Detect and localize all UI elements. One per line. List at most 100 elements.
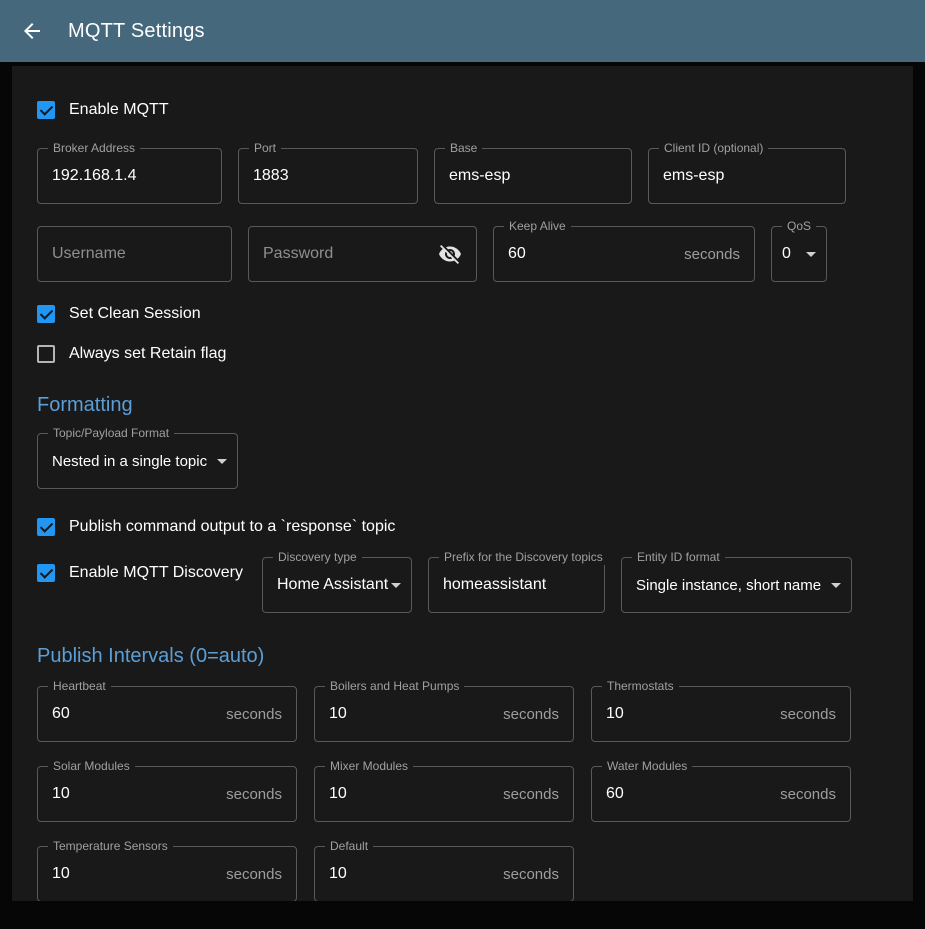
discovery-row: Enable MQTT Discovery Discovery type Hom…	[37, 557, 888, 613]
formatting-section-heading: Formatting	[37, 394, 888, 417]
water-interval-label: Water Modules	[602, 759, 692, 774]
discovery-type-label: Discovery type	[273, 550, 362, 565]
default-interval-label: Default	[325, 839, 373, 854]
visibility-off-icon	[438, 242, 462, 266]
base-label: Base	[445, 141, 482, 156]
solar-interval-field[interactable]: Solar Modules 10 seconds	[37, 766, 297, 822]
client-id-value: ems-esp	[663, 167, 724, 185]
boilers-interval-label: Boilers and Heat Pumps	[325, 679, 464, 694]
port-value: 1883	[253, 167, 289, 185]
temperature-sensors-interval-unit: seconds	[226, 866, 282, 883]
default-interval-unit: seconds	[503, 866, 559, 883]
heartbeat-interval-label: Heartbeat	[48, 679, 111, 694]
clean-session-row[interactable]: Set Clean Session	[37, 302, 888, 326]
enable-mqtt-checkbox[interactable]	[37, 101, 55, 119]
dropdown-caret-icon	[391, 583, 401, 588]
solar-interval-label: Solar Modules	[48, 759, 135, 774]
mixer-interval-field[interactable]: Mixer Modules 10 seconds	[314, 766, 574, 822]
broker-address-value: 192.168.1.4	[52, 167, 137, 185]
enable-mqtt-row[interactable]: Enable MQTT	[37, 98, 888, 122]
mixer-interval-label: Mixer Modules	[325, 759, 413, 774]
clean-session-label: Set Clean Session	[69, 305, 201, 323]
boilers-interval-value: 10	[329, 705, 347, 723]
dropdown-caret-icon	[806, 252, 816, 257]
heartbeat-interval-value: 60	[52, 705, 70, 723]
password-field[interactable]: Password	[248, 226, 477, 282]
topic-format-label: Topic/Payload Format	[48, 426, 174, 441]
keep-alive-unit: seconds	[684, 246, 740, 263]
broker-fields-row: Broker Address 192.168.1.4 Port 1883 Bas…	[37, 148, 888, 204]
username-placeholder: Username	[52, 245, 126, 263]
default-interval-field[interactable]: Default 10 seconds	[314, 846, 574, 901]
publish-response-row[interactable]: Publish command output to a `response` t…	[37, 515, 888, 539]
temperature-sensors-interval-label: Temperature Sensors	[48, 839, 173, 854]
mixer-interval-value: 10	[329, 785, 347, 803]
enable-mqtt-label: Enable MQTT	[69, 101, 169, 119]
publish-intervals-section-heading: Publish Intervals (0=auto)	[37, 645, 888, 668]
discovery-type-select[interactable]: Discovery type Home Assistant	[262, 557, 412, 613]
entity-id-format-label: Entity ID format	[632, 550, 725, 565]
thermostats-interval-field[interactable]: Thermostats 10 seconds	[591, 686, 851, 742]
port-field[interactable]: Port 1883	[238, 148, 418, 204]
enable-discovery-label: Enable MQTT Discovery	[69, 564, 243, 582]
topic-format-row: Topic/Payload Format Nested in a single …	[37, 433, 888, 489]
password-placeholder: Password	[263, 245, 333, 263]
credentials-row: Username Password Keep Alive 60 seconds …	[37, 226, 888, 282]
discovery-prefix-label: Prefix for the Discovery topics	[439, 550, 608, 565]
port-label: Port	[249, 141, 281, 156]
temperature-sensors-interval-value: 10	[52, 865, 70, 883]
username-field[interactable]: Username	[37, 226, 232, 282]
thermostats-interval-label: Thermostats	[602, 679, 679, 694]
mixer-interval-unit: seconds	[503, 786, 559, 803]
keep-alive-label: Keep Alive	[504, 219, 571, 234]
dropdown-caret-icon	[217, 459, 227, 464]
clean-session-checkbox[interactable]	[37, 305, 55, 323]
entity-id-format-select[interactable]: Entity ID format Single instance, short …	[621, 557, 852, 613]
thermostats-interval-value: 10	[606, 705, 624, 723]
enable-discovery-row[interactable]: Enable MQTT Discovery	[37, 561, 246, 585]
water-interval-unit: seconds	[780, 786, 836, 803]
qos-value: 0	[782, 245, 791, 263]
entity-id-format-value: Single instance, short name	[636, 577, 821, 594]
publish-response-label: Publish command output to a `response` t…	[69, 518, 395, 536]
qos-label: QoS	[782, 219, 816, 234]
solar-interval-unit: seconds	[226, 786, 282, 803]
keep-alive-value: 60	[508, 245, 526, 263]
enable-discovery-checkbox[interactable]	[37, 564, 55, 582]
base-field[interactable]: Base ems-esp	[434, 148, 632, 204]
broker-address-field[interactable]: Broker Address 192.168.1.4	[37, 148, 222, 204]
client-id-field[interactable]: Client ID (optional) ems-esp	[648, 148, 846, 204]
qos-select[interactable]: QoS 0	[771, 226, 827, 282]
keep-alive-field[interactable]: Keep Alive 60 seconds	[493, 226, 755, 282]
discovery-prefix-field[interactable]: Prefix for the Discovery topics homeassi…	[428, 557, 605, 613]
retain-flag-checkbox[interactable]	[37, 345, 55, 363]
discovery-prefix-value: homeassistant	[443, 576, 546, 594]
solar-interval-value: 10	[52, 785, 70, 803]
retain-flag-label: Always set Retain flag	[69, 345, 226, 363]
default-interval-value: 10	[329, 865, 347, 883]
publish-response-checkbox[interactable]	[37, 518, 55, 536]
app-bar: MQTT Settings	[0, 0, 925, 62]
publish-intervals-grid: Heartbeat 60 seconds Boilers and Heat Pu…	[37, 686, 888, 901]
retain-flag-row[interactable]: Always set Retain flag	[37, 342, 888, 366]
water-interval-value: 60	[606, 785, 624, 803]
temperature-sensors-interval-field[interactable]: Temperature Sensors 10 seconds	[37, 846, 297, 901]
heartbeat-interval-field[interactable]: Heartbeat 60 seconds	[37, 686, 297, 742]
heartbeat-interval-unit: seconds	[226, 706, 282, 723]
boilers-interval-unit: seconds	[503, 706, 559, 723]
topic-format-select[interactable]: Topic/Payload Format Nested in a single …	[37, 433, 238, 489]
settings-panel: Enable MQTT Broker Address 192.168.1.4 P…	[12, 66, 913, 901]
thermostats-interval-unit: seconds	[780, 706, 836, 723]
dropdown-caret-icon	[831, 583, 841, 588]
toggle-password-visibility-button[interactable]	[438, 242, 462, 266]
water-interval-field[interactable]: Water Modules 60 seconds	[591, 766, 851, 822]
page-title: MQTT Settings	[68, 20, 205, 43]
topic-format-value: Nested in a single topic	[52, 453, 207, 470]
discovery-type-value: Home Assistant	[277, 576, 388, 594]
client-id-label: Client ID (optional)	[659, 141, 768, 156]
back-button[interactable]	[20, 19, 44, 43]
broker-address-label: Broker Address	[48, 141, 140, 156]
arrow-back-icon	[20, 19, 44, 43]
base-value: ems-esp	[449, 167, 510, 185]
boilers-interval-field[interactable]: Boilers and Heat Pumps 10 seconds	[314, 686, 574, 742]
